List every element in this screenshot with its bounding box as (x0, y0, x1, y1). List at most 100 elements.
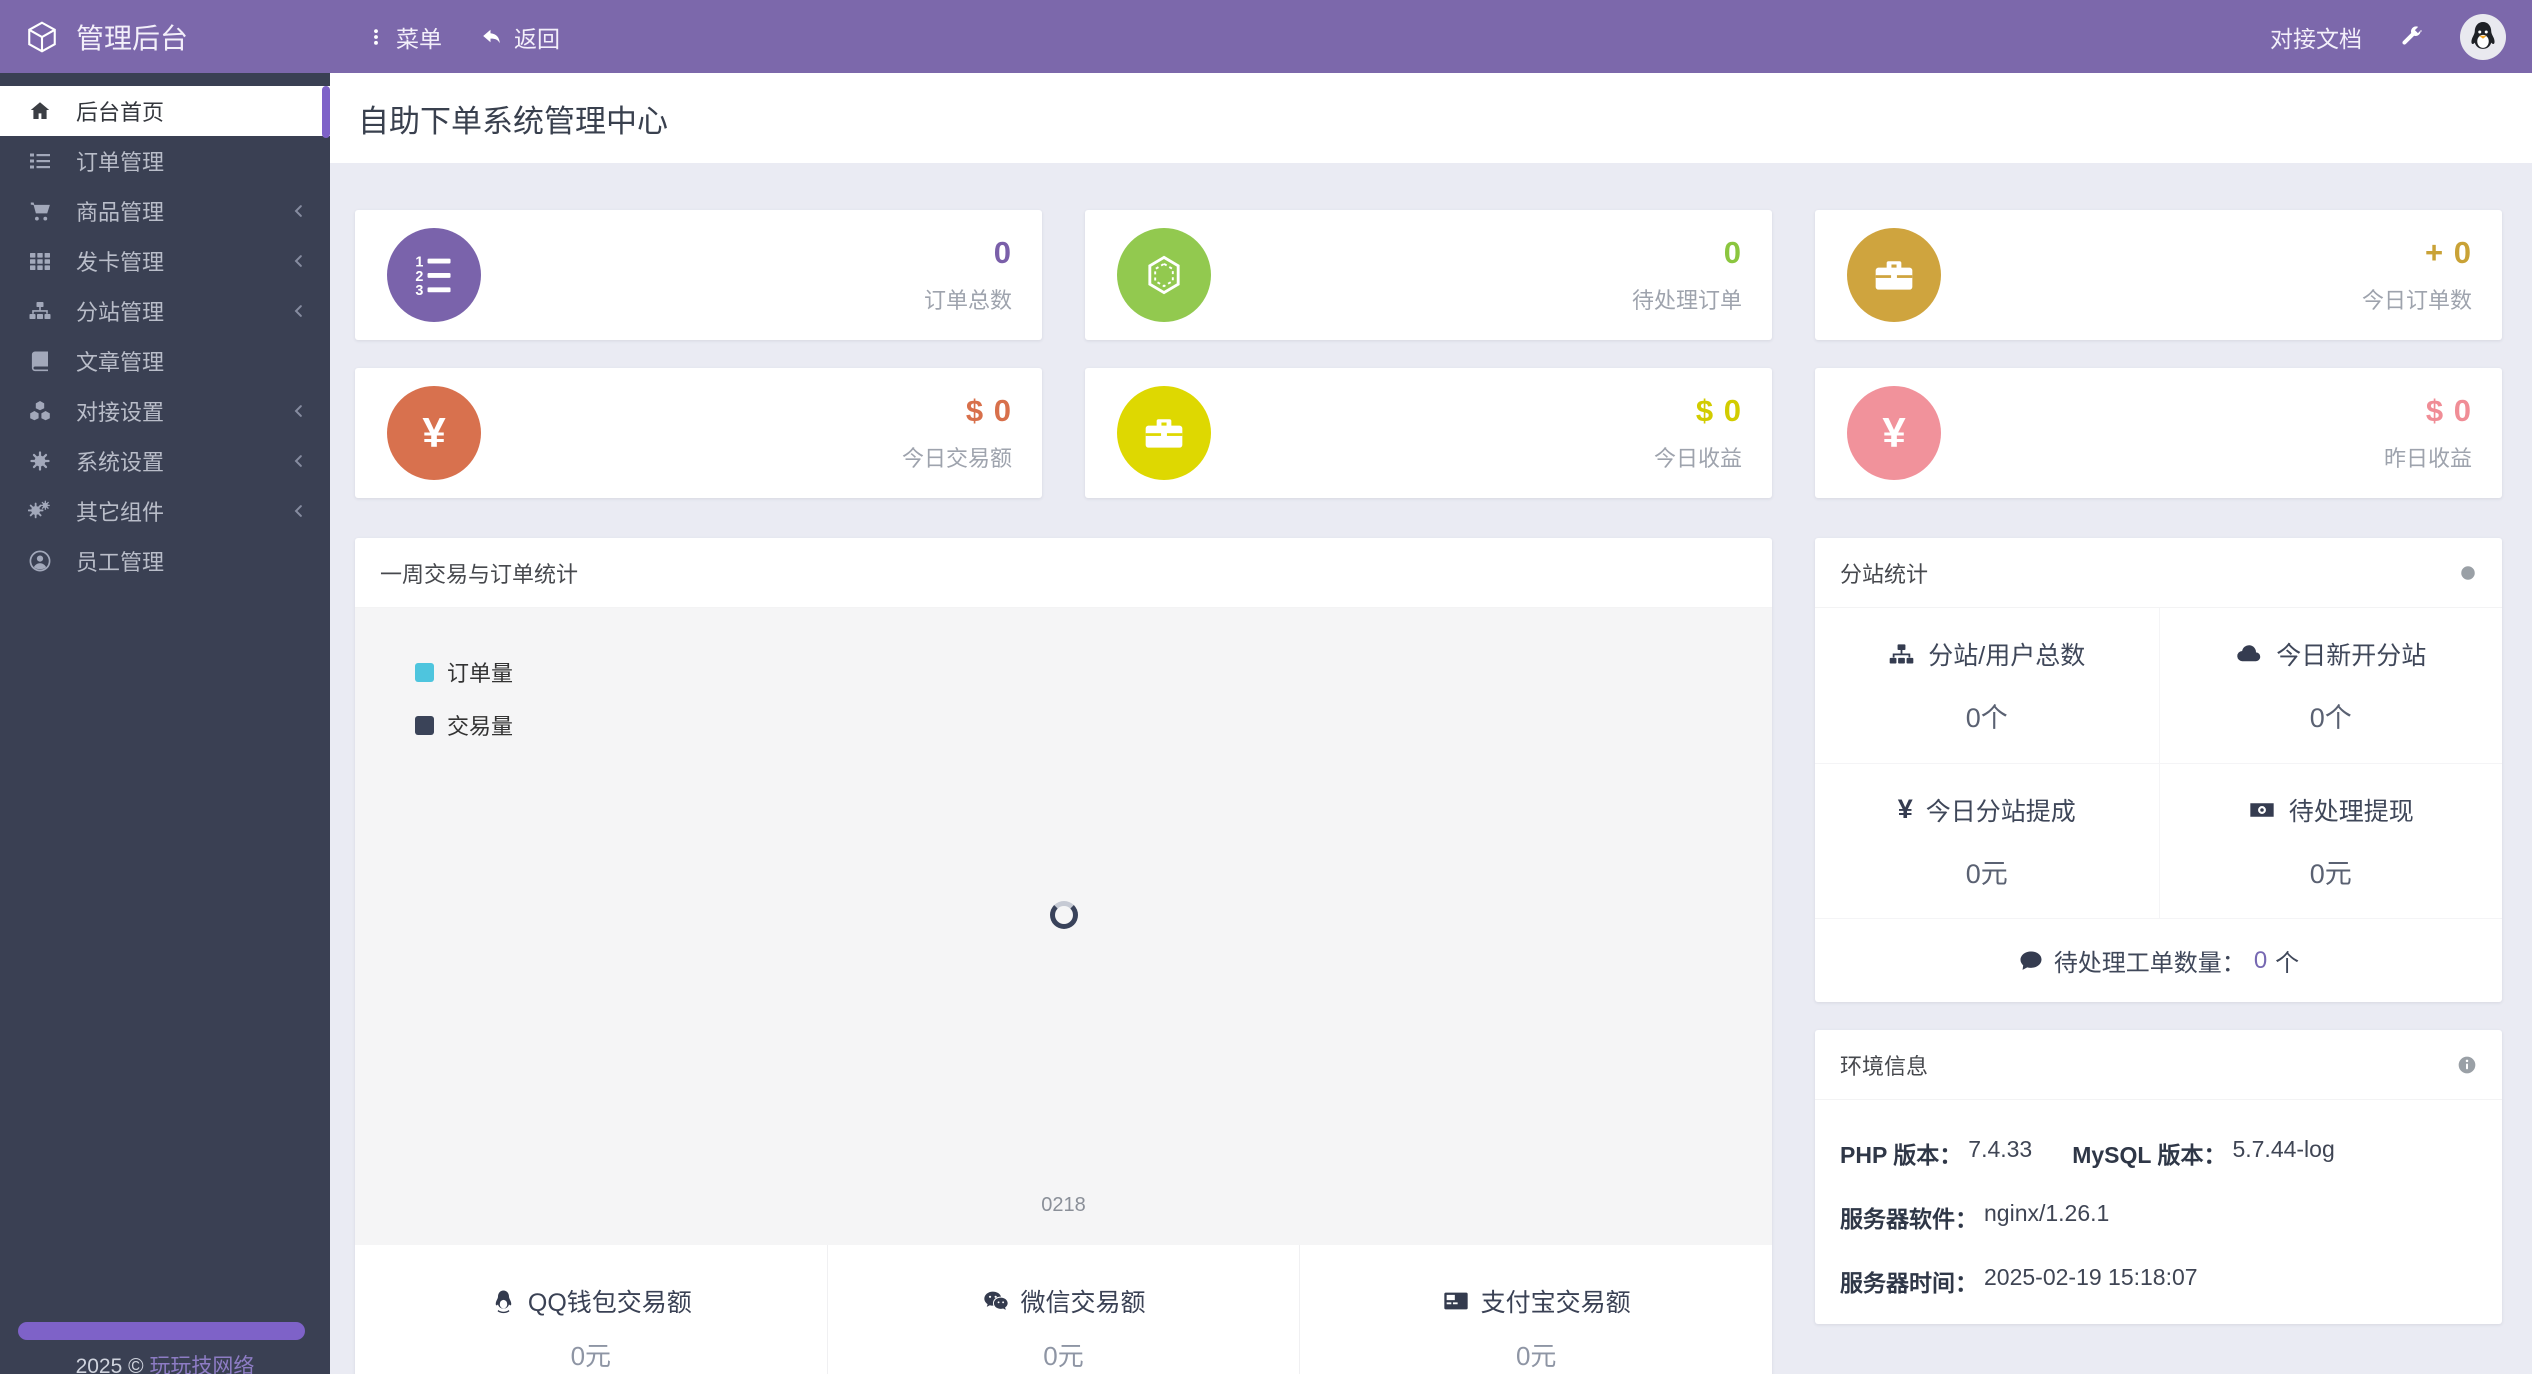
x-axis-tick: 0218 (1041, 1194, 1086, 1216)
gears-icon (24, 499, 56, 523)
server-time-value: 2025-02-19 15:18:07 (1984, 1264, 2198, 1290)
cubes-icon (24, 399, 56, 423)
sidebar-scrollbar-vertical[interactable] (322, 86, 330, 138)
credit-card-icon (1442, 1287, 1470, 1315)
mysql-version-label: MySQL 版本： (2072, 1142, 2227, 1168)
substation-cell-withdraw: 待处理提现 0元 (2158, 763, 2502, 918)
payment-value: 0元 (1043, 1341, 1084, 1371)
stat-card-yesterday-profit: ¥ $ 0 昨日收益 (1815, 368, 2502, 498)
svg-text:3: 3 (415, 283, 423, 298)
php-version-label: PHP 版本： (1840, 1142, 1963, 1168)
substation-cell-commission: ¥ 今日分站提成 0元 (1815, 763, 2159, 918)
stat-value: $ 0 (1695, 393, 1742, 428)
ticket-count-row: 待处理工单数量： 0 个 (1815, 918, 2502, 1002)
server-software-label: 服务器软件： (1840, 1206, 1978, 1232)
wrench-icon[interactable] (2398, 24, 2424, 50)
admin-dashboard: 管理后台 菜单 返回 对接文档 后台首页 订单管理 商品管理 发卡管理 分站管理… (0, 0, 2532, 1374)
main-area: 自助下单系统管理中心 123 0 订单总数 0 待处理订单 + 0 今日订单数 … (330, 73, 2532, 1374)
chevron-left-icon (290, 452, 308, 470)
sidebar-item-label: 对接设置 (76, 400, 165, 425)
copyright: 2025 © 玩玩技网络 (0, 1350, 330, 1374)
stat-value: + 0 (2425, 235, 2472, 270)
sidebar-item-articles[interactable]: 文章管理 (0, 336, 330, 386)
env-line-time: 服务器时间： 2025-02-19 15:18:07 (1840, 1264, 2477, 1298)
stat-label: 今日收益 (1653, 446, 1742, 471)
legend-swatch-volume (415, 715, 434, 735)
stat-value: 0 (993, 235, 1012, 270)
sidebar-scrollbar-horizontal[interactable] (18, 1322, 305, 1340)
sidebar-menu: 后台首页 订单管理 商品管理 发卡管理 分站管理 文章管理 对接设置 系统设置 … (0, 86, 330, 586)
cube-logo-icon (24, 19, 60, 55)
sidebar-item-settings[interactable]: 系统设置 (0, 436, 330, 486)
environment-panel: 环境信息 PHP 版本： 7.4.33 MySQL 版本： 5.7.44-log… (1815, 1030, 2502, 1324)
copyright-link[interactable]: 玩玩技网络 (149, 1355, 254, 1374)
user-avatar[interactable] (2460, 13, 2506, 60)
stat-value: 0 (1723, 235, 1742, 270)
sidebar-item-label: 文章管理 (76, 350, 165, 375)
ticket-count-label: 待处理工单数量： (2053, 950, 2246, 977)
sidebar-item-substations[interactable]: 分站管理 (0, 286, 330, 336)
sidebar-item-integration[interactable]: 对接设置 (0, 386, 330, 436)
info-icon[interactable] (2457, 1055, 2477, 1075)
circle-dot-icon (2459, 564, 2477, 582)
gear-icon (24, 449, 56, 473)
server-time-label: 服务器时间： (1840, 1270, 1978, 1296)
comment-icon (2018, 948, 2044, 974)
payment-value: 0元 (570, 1341, 612, 1371)
stat-label: 昨日收益 (2383, 446, 2472, 471)
sidebar: 后台首页 订单管理 商品管理 发卡管理 分站管理 文章管理 对接设置 系统设置 … (0, 73, 330, 1374)
payment-label: 微信交易额 (1020, 1289, 1146, 1317)
chart-legend: 订单量 交易量 (415, 656, 513, 741)
back-button[interactable]: 返回 (480, 20, 560, 54)
yen-glyph: ¥ (422, 409, 446, 456)
weekly-chart-card: 一周交易与订单统计 订单量 交易量 0218 QQ钱包交易额 0元 微信交易额 … (355, 538, 1772, 1374)
sidebar-item-products[interactable]: 商品管理 (0, 186, 330, 236)
substation-cell-users: 分站/用户总数 0个 (1815, 608, 2159, 763)
stat-label: 订单总数 (923, 288, 1012, 313)
top-nav: 菜单 返回 (366, 20, 560, 54)
cart-icon (24, 199, 56, 223)
chart-panel-header: 一周交易与订单统计 (355, 538, 1772, 608)
menu-toggle[interactable]: 菜单 (366, 20, 442, 54)
php-version-value: 7.4.33 (1968, 1136, 2033, 1162)
stat-card-total-orders: 123 0 订单总数 (355, 210, 1042, 340)
cloud-icon (2235, 640, 2263, 668)
legend-item-volume[interactable]: 交易量 (415, 709, 513, 741)
ticket-count-value: 0 (2253, 946, 2268, 974)
home-icon (24, 99, 56, 123)
payment-label: 支付宝交易额 (1480, 1289, 1631, 1317)
loading-spinner-icon (1049, 901, 1078, 929)
chevron-left-icon (290, 252, 308, 270)
sidebar-item-orders[interactable]: 订单管理 (0, 136, 330, 186)
docs-link[interactable]: 对接文档 (2270, 20, 2362, 54)
substation-cell-label: 今日分站提成 (1925, 797, 2076, 826)
sitemap-icon (24, 299, 56, 323)
sidebar-item-label: 系统设置 (76, 450, 165, 475)
sidebar-item-cards[interactable]: 发卡管理 (0, 236, 330, 286)
top-right: 对接文档 (2270, 13, 2532, 60)
legend-item-orders[interactable]: 订单量 (415, 656, 513, 688)
brand-title: 管理后台 (76, 22, 189, 54)
legend-label: 订单量 (447, 661, 514, 686)
brand[interactable]: 管理后台 (0, 17, 330, 57)
mysql-version-value: 5.7.44-log (2232, 1136, 2335, 1162)
stat-label: 今日订单数 (2361, 288, 2472, 313)
substation-cell-label: 待处理提现 (2288, 797, 2414, 826)
sidebar-item-components[interactable]: 其它组件 (0, 486, 330, 536)
yen-icon: ¥ (387, 386, 481, 480)
stat-label: 今日交易额 (901, 446, 1012, 471)
substation-panel: 分站统计 分站/用户总数 0个 今日新开分站 0个 ¥ 今日分站提成 0元 待处… (1815, 538, 2502, 1002)
substation-panel-header: 分站统计 (1815, 538, 2502, 608)
reply-arrow-icon (480, 25, 504, 49)
book-icon (24, 349, 56, 373)
sidebar-item-label: 商品管理 (76, 200, 165, 225)
user-circle-icon (24, 549, 56, 573)
substation-cell-label: 分站/用户总数 (1928, 642, 2086, 670)
dashboard-content: 123 0 订单总数 0 待处理订单 + 0 今日订单数 ¥ $ 0 今日交易额… (330, 163, 2532, 1374)
stat-card-today-profit: $ 0 今日收益 (1085, 368, 1772, 498)
sidebar-item-staff[interactable]: 员工管理 (0, 536, 330, 586)
yen-icon: ¥ (1897, 794, 1913, 824)
sidebar-item-home[interactable]: 后台首页 (0, 86, 330, 136)
substation-cell-value: 0个 (2309, 703, 2352, 733)
substation-cell-value: 0个 (1965, 703, 2008, 733)
